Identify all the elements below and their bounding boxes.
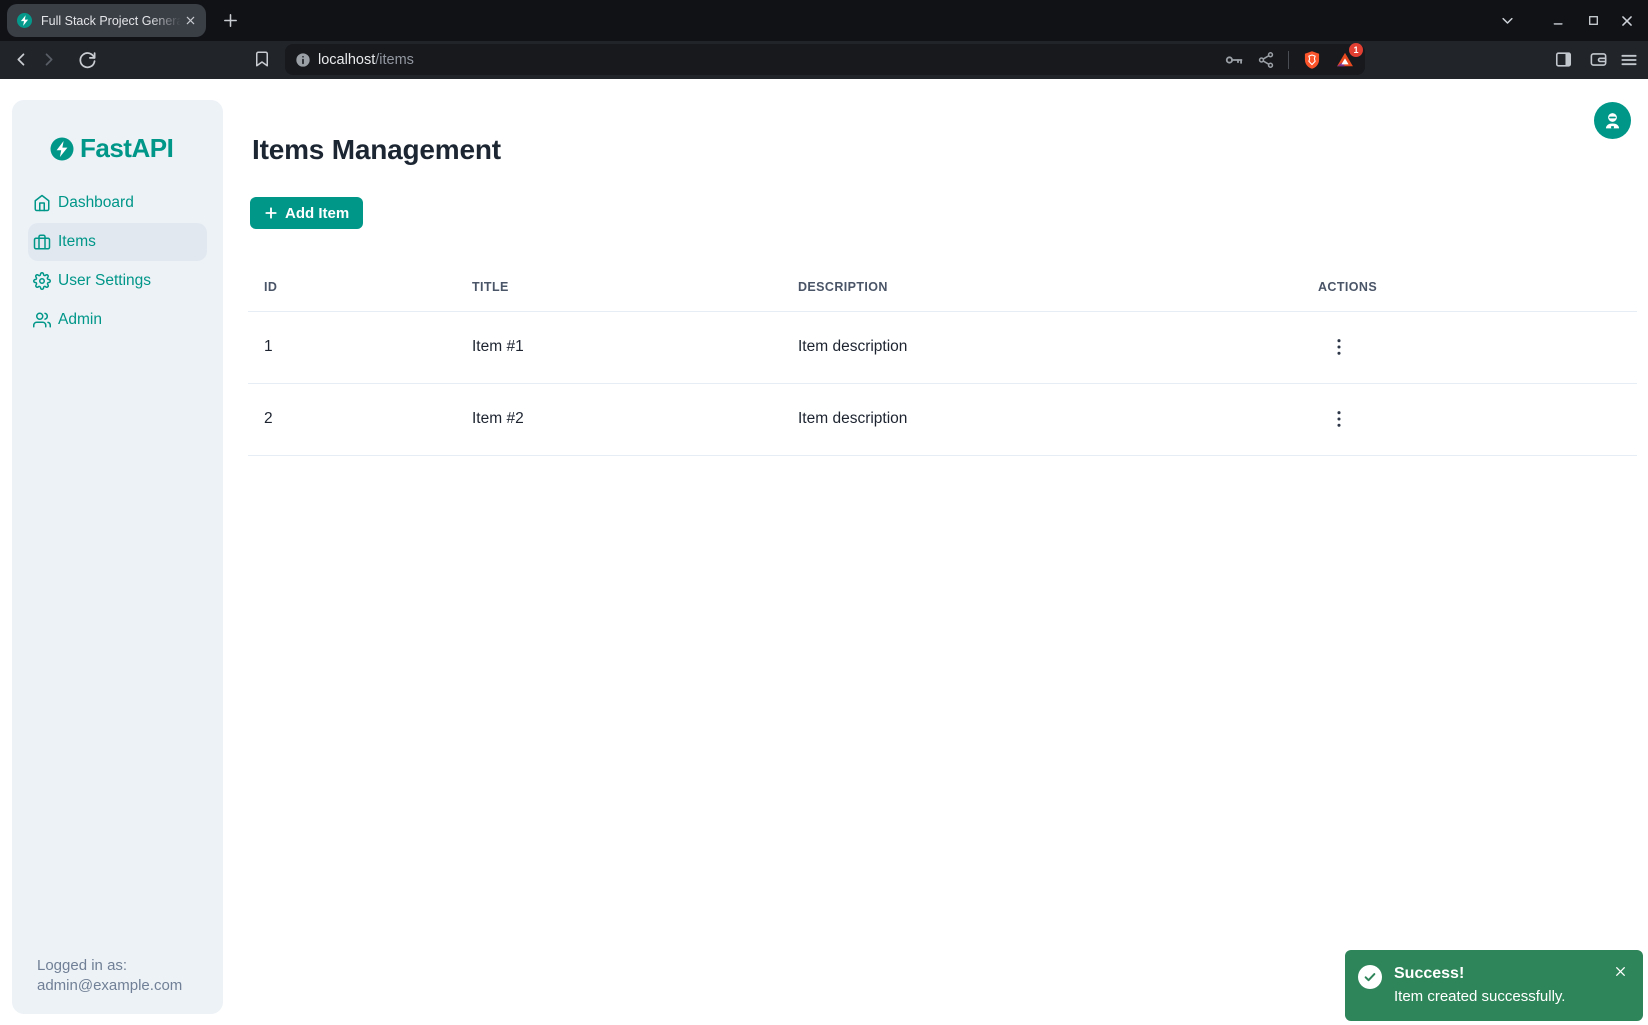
cell-id: 1 xyxy=(248,311,456,383)
sidebar-item-label: Items xyxy=(58,233,96,251)
column-header-description: DESCRIPTION xyxy=(782,264,1302,311)
reload-button[interactable] xyxy=(78,50,97,69)
new-tab-button[interactable] xyxy=(222,12,239,29)
toast-close-icon[interactable] xyxy=(1612,963,1629,980)
fastapi-bolt-icon xyxy=(50,137,74,161)
user-menu-button[interactable] xyxy=(1594,102,1631,139)
briefcase-icon xyxy=(33,233,51,251)
gear-icon xyxy=(33,272,51,290)
browser-toolbar: localhost/items 1 xyxy=(0,41,1648,79)
kebab-icon xyxy=(1336,410,1342,428)
fastapi-logo: FastAPI xyxy=(50,133,173,164)
table-header-row: ID TITLE DESCRIPTION ACTIONS xyxy=(248,264,1637,311)
success-check-icon xyxy=(1358,965,1382,989)
sidebar: FastAPI Dashboard Items xyxy=(12,100,223,1014)
url-text: localhost/items xyxy=(318,52,414,68)
sidebar-item-label: User Settings xyxy=(58,272,151,290)
cell-title: Item #1 xyxy=(456,311,782,383)
tab-strip: Full Stack Project Genera xyxy=(0,0,1648,41)
add-item-label: Add Item xyxy=(285,205,349,222)
site-info-icon[interactable] xyxy=(295,52,311,68)
toolbar-divider xyxy=(1288,51,1289,69)
column-header-title: TITLE xyxy=(456,264,782,311)
url-bar[interactable]: localhost/items 1 xyxy=(285,44,1365,75)
success-toast: Success! Item created successfully. xyxy=(1345,950,1643,1021)
sidebar-item-label: Dashboard xyxy=(58,194,134,212)
cell-id: 2 xyxy=(248,383,456,455)
sidebar-item-label: Admin xyxy=(58,311,102,329)
tab-close-icon[interactable] xyxy=(185,15,196,26)
sidebar-nav: Dashboard Items User Settings xyxy=(28,184,207,339)
browser-window: Full Stack Project Genera xyxy=(0,0,1648,1025)
page-content: FastAPI Dashboard Items xyxy=(0,79,1648,1025)
user-astronaut-icon xyxy=(1602,110,1623,131)
sidebar-panel-icon[interactable] xyxy=(1554,50,1573,69)
plus-icon xyxy=(264,206,278,220)
kebab-icon xyxy=(1336,338,1342,356)
tab-title: Full Stack Project Genera xyxy=(41,14,181,28)
menu-icon[interactable] xyxy=(1619,50,1639,70)
brave-rewards-icon[interactable]: 1 xyxy=(1335,50,1355,70)
url-path: /items xyxy=(375,52,414,68)
toast-title: Success! xyxy=(1394,963,1565,984)
toast-message: Item created successfully. xyxy=(1394,986,1565,1008)
brave-shields-icon[interactable] xyxy=(1302,50,1322,70)
home-icon xyxy=(33,194,51,212)
logged-in-info: Logged in as: admin@example.com xyxy=(37,956,182,996)
window-minimize-button[interactable] xyxy=(1542,14,1576,28)
fastapi-favicon-icon xyxy=(17,13,32,28)
url-host: localhost xyxy=(318,52,375,68)
page-title: Items Management xyxy=(252,134,501,166)
row-actions-menu-button[interactable] xyxy=(1332,406,1346,432)
sidebar-item-user-settings[interactable]: User Settings xyxy=(28,262,207,300)
column-header-actions: ACTIONS xyxy=(1302,264,1637,311)
share-icon[interactable] xyxy=(1257,51,1275,69)
add-item-button[interactable]: Add Item xyxy=(250,197,363,229)
logged-in-email: admin@example.com xyxy=(37,976,182,996)
logo-text: FastAPI xyxy=(80,133,173,164)
bookmark-icon[interactable] xyxy=(253,50,271,68)
forward-button[interactable] xyxy=(39,50,58,69)
sidebar-item-admin[interactable]: Admin xyxy=(28,301,207,339)
logged-in-label: Logged in as: xyxy=(37,956,182,976)
sidebar-item-dashboard[interactable]: Dashboard xyxy=(28,184,207,222)
browser-tab[interactable]: Full Stack Project Genera xyxy=(7,4,206,37)
users-icon xyxy=(33,311,51,329)
cell-description: Item description xyxy=(782,311,1302,383)
rewards-badge: 1 xyxy=(1349,43,1363,57)
window-controls xyxy=(1490,0,1648,41)
password-key-icon[interactable] xyxy=(1224,50,1244,70)
window-maximize-button[interactable] xyxy=(1576,14,1610,27)
cell-title: Item #2 xyxy=(456,383,782,455)
wallet-icon[interactable] xyxy=(1589,50,1608,69)
window-close-button[interactable] xyxy=(1610,14,1644,28)
table-row: 2 Item #2 Item description xyxy=(248,383,1637,455)
items-table: ID TITLE DESCRIPTION ACTIONS 1 Item #1 I… xyxy=(248,264,1637,456)
row-actions-menu-button[interactable] xyxy=(1332,334,1346,360)
sidebar-item-items[interactable]: Items xyxy=(28,223,207,261)
back-button[interactable] xyxy=(12,50,31,69)
cell-description: Item description xyxy=(782,383,1302,455)
column-header-id: ID xyxy=(248,264,456,311)
tab-search-chevron-icon[interactable] xyxy=(1490,13,1524,28)
table-row: 1 Item #1 Item description xyxy=(248,311,1637,383)
